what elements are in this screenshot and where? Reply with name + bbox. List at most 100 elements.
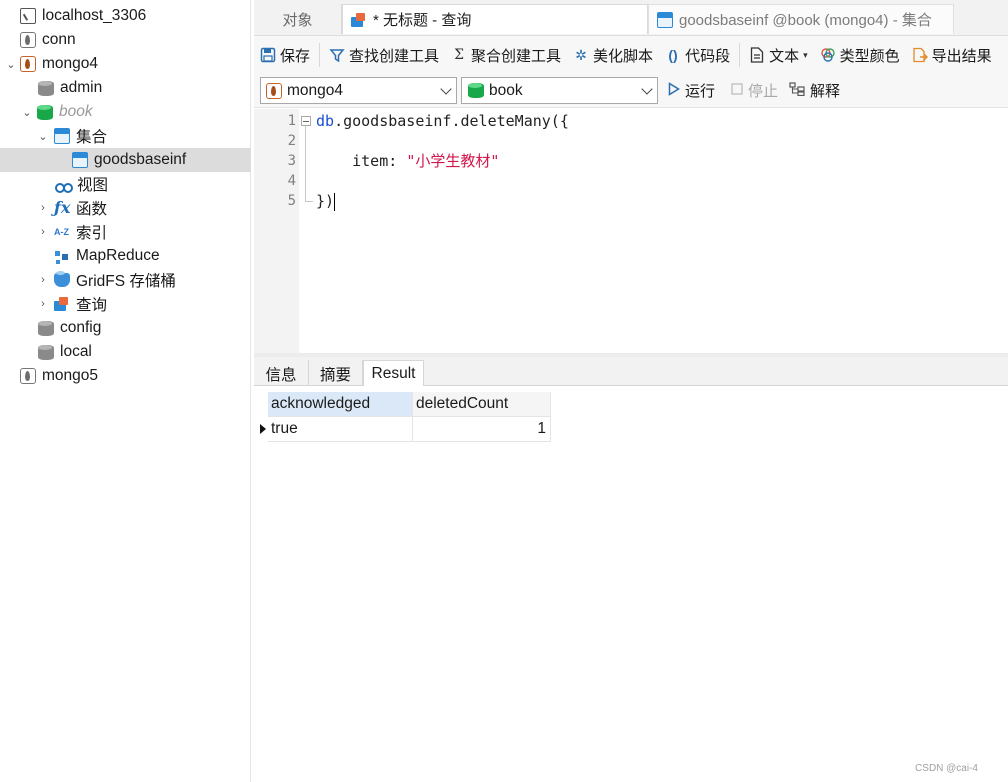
mongo-connection-icon — [20, 32, 36, 48]
chevron-right-icon[interactable]: › — [36, 225, 50, 239]
chevron-down-icon[interactable]: ⌄ — [4, 57, 18, 71]
query-toolbar: 保存 查找创建工具 Σ 聚合创建工具 ✲ 美化脚本 () 代码段 文本 ▾ 类型… — [254, 36, 1008, 74]
tab-objects[interactable]: 对象 — [254, 4, 342, 34]
tab-label: goodsbaseinf @book (mongo4) - 集合 — [679, 12, 932, 29]
type-color-button[interactable]: 类型颜色 — [814, 41, 906, 69]
aggregate-builder-button[interactable]: Σ 聚合创建工具 — [445, 41, 567, 69]
stop-label: 停止 — [748, 83, 779, 100]
tree-item-collections[interactable]: ⌄ 集合 — [0, 124, 251, 148]
code-snippet-button[interactable]: () 代码段 — [659, 41, 736, 69]
database-icon — [468, 83, 484, 98]
code-snippet-icon: () — [668, 47, 678, 63]
tree-item-admin[interactable]: admin — [0, 76, 251, 100]
aggregate-icon: Σ — [454, 47, 464, 63]
database-icon — [37, 104, 53, 120]
mongo-connection-icon — [20, 56, 36, 72]
query-icon — [351, 12, 367, 28]
tree-item-views[interactable]: 视图 — [0, 172, 251, 196]
beautify-script-button[interactable]: ✲ 美化脚本 — [567, 41, 659, 69]
tab-result[interactable]: Result — [363, 360, 424, 387]
tree-item-label: 查询 — [76, 297, 108, 314]
tree-item-queries[interactable]: › 查询 — [0, 292, 251, 316]
tree-item-book[interactable]: ⌄ book — [0, 100, 251, 124]
tree-item-config[interactable]: config — [0, 316, 251, 340]
connection-select[interactable]: mongo4 — [260, 77, 457, 104]
tree-item-mongo5[interactable]: mongo5 — [0, 364, 251, 388]
column-header-label: acknowledged — [271, 395, 371, 412]
column-header-deletedcount[interactable]: deletedCount — [413, 392, 551, 417]
tree-item-mongo4[interactable]: ⌄ mongo4 — [0, 52, 251, 76]
mapreduce-icon — [54, 248, 70, 264]
explain-label: 解释 — [810, 83, 841, 100]
chevron-down-icon — [641, 83, 653, 95]
text-cursor — [334, 192, 336, 211]
tree-item-local[interactable]: local — [0, 340, 251, 364]
collection-icon — [657, 11, 673, 28]
tree-item-label: 函数 — [76, 201, 108, 218]
chevron-down-icon[interactable]: ⌄ — [36, 129, 50, 143]
chevron-down-icon[interactable]: ⌄ — [20, 105, 34, 119]
index-icon: A-Z — [54, 227, 69, 237]
tree-item-functions[interactable]: › ƒx 函数 — [0, 196, 251, 220]
tree-item-indexes[interactable]: › A-Z 索引 — [0, 220, 251, 244]
app-window: localhost_3306 conn ⌄ mongo4 admin ⌄ boo… — [0, 0, 1008, 782]
server-icon — [20, 8, 36, 24]
tree-item-localhost-3306[interactable]: localhost_3306 — [0, 4, 251, 28]
tab-goodsbaseinf-collection[interactable]: goodsbaseinf @book (mongo4) - 集合 — [648, 4, 954, 34]
find-builder-button[interactable]: 查找创建工具 — [323, 41, 445, 69]
run-button[interactable]: 运行 — [668, 80, 715, 101]
chevron-right-icon[interactable]: › — [36, 297, 50, 311]
database-icon — [38, 344, 54, 360]
tab-summary[interactable]: 摘要 — [309, 360, 363, 387]
watermark: CSDN @cai-4 — [915, 763, 978, 774]
fold-toggle-icon[interactable] — [301, 116, 311, 126]
table-cell[interactable]: 1 — [413, 417, 551, 442]
find-builder-icon — [329, 47, 345, 63]
tree-item-label: GridFS 存储桶 — [76, 273, 176, 290]
export-results-button[interactable]: 导出结果 — [906, 41, 998, 69]
results-tab-strip: 信息 摘要 Result — [254, 357, 1008, 387]
toolbar-divider — [319, 43, 321, 67]
tree-item-conn[interactable]: conn — [0, 28, 251, 52]
tree-item-mapreduce[interactable]: MapReduce — [0, 244, 251, 268]
tab-label: Result — [371, 364, 416, 382]
chevron-down-icon — [440, 83, 452, 95]
stop-button[interactable]: 停止 — [731, 80, 778, 101]
tree-item-label: mongo4 — [42, 55, 99, 72]
column-header-label: deletedCount — [416, 395, 509, 412]
code-token-close: }) — [316, 192, 335, 210]
result-grid: acknowledged deletedCount true 1 — [254, 386, 1008, 782]
stop-icon — [731, 83, 743, 98]
query-editor[interactable]: 1 2 3 4 5 db.goodsbaseinf.deleteMany({ i… — [254, 109, 1008, 353]
tree-item-label: 索引 — [76, 225, 108, 242]
find-builder-label: 查找创建工具 — [349, 47, 440, 65]
database-select-value: book — [489, 81, 523, 99]
chevron-right-icon[interactable]: › — [36, 273, 50, 287]
tree-item-label: admin — [60, 79, 103, 96]
tree-item-goodsbaseinf[interactable]: goodsbaseinf — [0, 148, 251, 172]
export-results-label: 导出结果 — [931, 47, 992, 65]
database-icon — [38, 80, 54, 96]
column-header-acknowledged[interactable]: acknowledged — [268, 392, 413, 417]
color-circles-icon — [820, 47, 836, 63]
tree-item-label: 视图 — [77, 177, 109, 194]
mongo-connection-icon — [266, 82, 282, 99]
line-number: 2 — [287, 133, 296, 149]
table-cell[interactable]: true — [268, 417, 413, 442]
code-line-3: item: "小学生教材" — [316, 151, 499, 171]
export-icon — [912, 47, 928, 63]
tree-item-label: localhost_3306 — [42, 7, 147, 24]
explain-button[interactable]: 解释 — [789, 80, 840, 101]
tree-item-label: goodsbaseinf — [94, 151, 187, 168]
database-select[interactable]: book — [461, 77, 658, 104]
tab-info[interactable]: 信息 — [254, 360, 309, 387]
gridfs-icon — [54, 271, 70, 287]
object-tree-sidebar: localhost_3306 conn ⌄ mongo4 admin ⌄ boo… — [0, 0, 251, 782]
connection-select-value: mongo4 — [287, 81, 344, 99]
tab-untitled-query[interactable]: * 无标题 - 查询 — [342, 4, 648, 34]
save-button[interactable]: 保存 — [254, 41, 316, 69]
chevron-right-icon[interactable]: › — [36, 201, 50, 215]
text-view-dropdown[interactable]: 文本 ▾ — [743, 41, 814, 69]
view-icon — [55, 176, 73, 193]
tree-item-gridfs[interactable]: › GridFS 存储桶 — [0, 268, 251, 292]
